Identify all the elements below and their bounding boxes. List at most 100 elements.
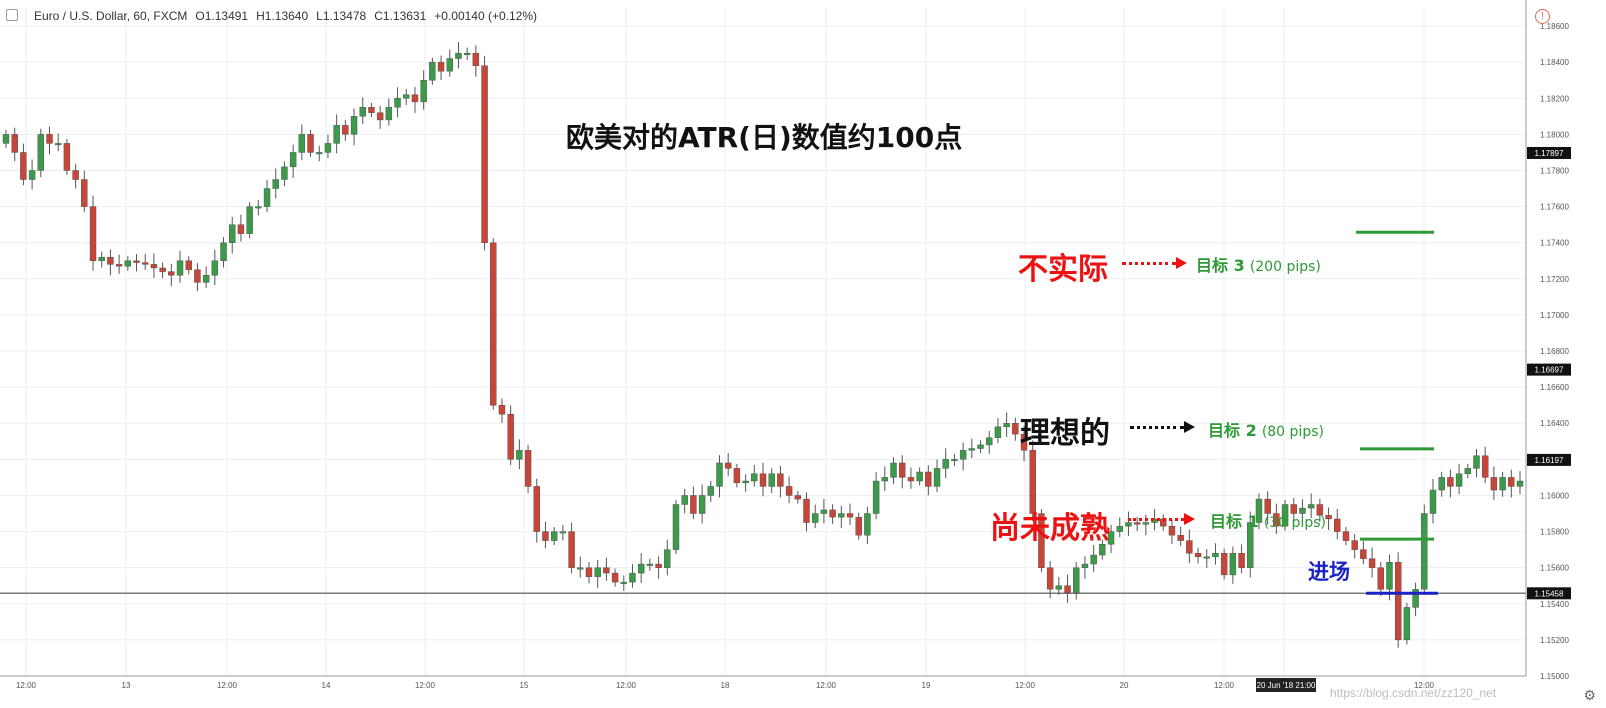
candle-up bbox=[872, 480, 880, 514]
candle-up bbox=[255, 206, 262, 209]
candle-down bbox=[1133, 522, 1141, 525]
candle-up bbox=[968, 448, 976, 451]
candle-up bbox=[646, 563, 654, 566]
candle-down bbox=[307, 134, 314, 153]
candle-down bbox=[1481, 455, 1489, 478]
candle-down bbox=[1186, 540, 1193, 554]
candle-up bbox=[1081, 563, 1089, 568]
candle-down bbox=[1064, 585, 1071, 594]
candle-up bbox=[1203, 556, 1210, 559]
candle-up bbox=[28, 170, 36, 180]
candle-up bbox=[881, 477, 889, 482]
candle-up bbox=[1516, 480, 1524, 487]
candle-up bbox=[229, 224, 236, 243]
ohlc-low: L1.13478 bbox=[316, 9, 367, 23]
candle-up bbox=[516, 450, 523, 460]
chart-title: 欧美对的ATR(日)数值约100点 bbox=[566, 121, 963, 154]
ohlc-open: O1.13491 bbox=[195, 9, 249, 23]
chart-header: Euro / U.S. Dollar, 60, FXCM O1.13491 H1… bbox=[0, 0, 545, 32]
candle-up bbox=[420, 80, 427, 103]
candle-up bbox=[707, 486, 714, 496]
candle-up bbox=[751, 473, 758, 482]
candle-down bbox=[89, 206, 97, 261]
candle-up bbox=[1229, 553, 1237, 576]
candle-up bbox=[951, 459, 958, 462]
candle-up bbox=[1473, 455, 1480, 469]
candle-up bbox=[394, 98, 401, 108]
candle-down bbox=[794, 495, 802, 500]
candle-up bbox=[890, 462, 897, 478]
candle-down bbox=[1220, 553, 1228, 576]
x-tick-label: 19 bbox=[922, 681, 931, 690]
y-tick-label: 1.16600 bbox=[1540, 383, 1569, 392]
candle-down bbox=[724, 462, 732, 469]
candle-down bbox=[846, 513, 854, 518]
candle-down bbox=[490, 242, 497, 406]
candle-up bbox=[577, 567, 584, 570]
candle-up bbox=[403, 94, 410, 99]
candle-down bbox=[81, 179, 88, 207]
candle-up bbox=[977, 444, 984, 449]
candle-up bbox=[959, 450, 967, 460]
candle-up bbox=[864, 513, 871, 536]
arrow-head-1 bbox=[1184, 513, 1195, 525]
gear-icon[interactable]: ⚙ bbox=[1583, 687, 1596, 704]
candle-down bbox=[185, 260, 192, 270]
candle-down bbox=[411, 94, 419, 103]
candle-up bbox=[1116, 525, 1123, 532]
candle-down bbox=[437, 61, 445, 72]
candle-up bbox=[124, 260, 132, 267]
candle-up bbox=[429, 61, 436, 81]
candle-up bbox=[176, 260, 184, 276]
candle-down bbox=[133, 260, 140, 263]
candle-up bbox=[272, 179, 279, 189]
candle-up bbox=[820, 509, 828, 514]
x-tick-label: 20 Jun '18 21:00 bbox=[1257, 681, 1316, 690]
target-3-pips: (200 pips) bbox=[1249, 259, 1321, 275]
candle-up bbox=[812, 513, 819, 523]
price-label: 1.15458 bbox=[1535, 589, 1564, 598]
candle-up bbox=[838, 513, 845, 518]
y-tick-label: 1.15800 bbox=[1540, 528, 1569, 537]
candle-down bbox=[498, 404, 506, 415]
target-2-name: 目标 2 bbox=[1208, 421, 1257, 440]
candle-down bbox=[829, 509, 836, 518]
candle-up bbox=[1212, 553, 1219, 558]
candle-down bbox=[507, 414, 514, 460]
candle-up bbox=[350, 116, 358, 135]
candle-down bbox=[1325, 515, 1332, 520]
target-3-name: 目标 3 bbox=[1196, 256, 1245, 275]
layout-icon[interactable] bbox=[6, 8, 26, 24]
candle-down bbox=[1394, 562, 1402, 641]
y-tick-label: 1.16800 bbox=[1540, 347, 1569, 356]
candle-down bbox=[168, 271, 175, 276]
candle-up bbox=[1421, 513, 1428, 590]
candle-up bbox=[681, 495, 688, 505]
candle-down bbox=[1508, 477, 1515, 487]
y-tick-label: 1.16400 bbox=[1540, 419, 1569, 428]
candle-up bbox=[1090, 554, 1097, 565]
candle-down bbox=[46, 134, 53, 144]
candle-down bbox=[690, 495, 697, 514]
candle-down bbox=[655, 563, 662, 568]
candle-down bbox=[150, 264, 158, 269]
label-unrealistic: 不实际 bbox=[1018, 252, 1108, 287]
label-premature: 尚未成熟 bbox=[990, 511, 1110, 546]
candle-down bbox=[63, 143, 71, 171]
x-tick-label: 12:00 bbox=[415, 681, 436, 690]
candle-up bbox=[986, 437, 993, 446]
candle-down bbox=[1377, 567, 1384, 590]
candle-up bbox=[1125, 522, 1132, 527]
candle-down bbox=[759, 473, 767, 487]
symbol-selector[interactable]: Euro / U.S. Dollar, 60, FXCM bbox=[34, 9, 187, 23]
candle-down bbox=[785, 486, 793, 496]
candle-down bbox=[1177, 534, 1184, 541]
candle-up bbox=[933, 468, 941, 487]
candle-down bbox=[524, 450, 532, 487]
candle-down bbox=[1351, 540, 1358, 550]
candle-down bbox=[368, 107, 375, 113]
candle-up bbox=[455, 52, 462, 59]
alert-icon[interactable]: ! bbox=[1535, 9, 1550, 24]
candle-down bbox=[107, 256, 114, 265]
candle-up bbox=[463, 52, 471, 55]
